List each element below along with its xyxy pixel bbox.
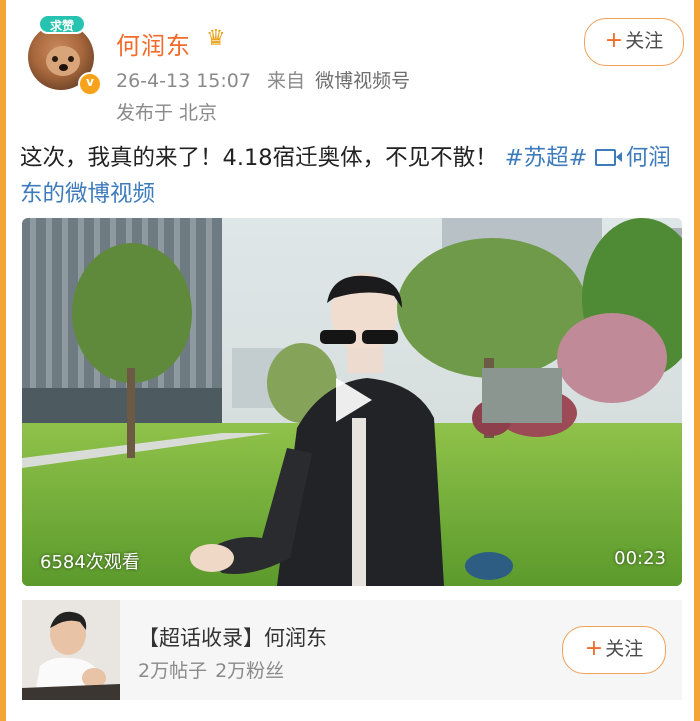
plus-icon: + (604, 28, 624, 53)
post-body: 这次，我真的来了！4.18宿迁奥体，不见不散！ (20, 145, 498, 171)
avatar-badge: 求赞 (38, 14, 86, 34)
topic-posts: 2万帖子 (138, 660, 208, 682)
post-location: 发布于 北京 (116, 102, 218, 124)
topic-follow-label: 关注 (605, 638, 644, 660)
username[interactable]: 何润东 (116, 26, 191, 61)
video-duration: 00:23 (614, 548, 666, 569)
video-camera-icon (594, 149, 622, 166)
plus-icon: + (584, 636, 604, 661)
play-icon[interactable] (336, 378, 372, 422)
video-player[interactable]: 6584次观看 00:23 (22, 218, 682, 586)
topic-follow-button[interactable]: + 关注 (562, 626, 666, 674)
follow-button[interactable]: + 关注 (584, 18, 684, 66)
post-source[interactable]: 微博视频号 (315, 70, 410, 92)
post-time: 26-4-13 15:07 (116, 70, 251, 92)
avatar[interactable]: 求赞 v (24, 14, 104, 96)
weibo-post-card: 求赞 v 何润东 ♛ 26-4-13 15:07 来自 微博视频号 发布于 北京… (6, 0, 694, 721)
follow-label: 关注 (625, 30, 664, 52)
verified-icon: v (78, 72, 102, 96)
topic-thumbnail (22, 600, 120, 700)
topic-fans: 2万粉丝 (215, 660, 285, 682)
source-prefix: 来自 (267, 70, 306, 92)
hashtag-link[interactable]: #苏超# (505, 145, 588, 171)
super-topic-card[interactable]: 【超话收录】何润东 2万帖子 2万粉丝 + 关注 (22, 600, 682, 700)
topic-stats: 2万帖子 2万粉丝 (138, 656, 292, 683)
crown-icon: ♛ (206, 26, 226, 51)
post-meta: 26-4-13 15:07 来自 微博视频号 (116, 66, 420, 93)
view-count: 6584次观看 (40, 552, 140, 573)
post-text: 这次，我真的来了！4.18宿迁奥体，不见不散！ #苏超# 何润东的微博视频 (20, 140, 684, 212)
topic-title[interactable]: 【超话收录】何润东 (138, 622, 327, 652)
